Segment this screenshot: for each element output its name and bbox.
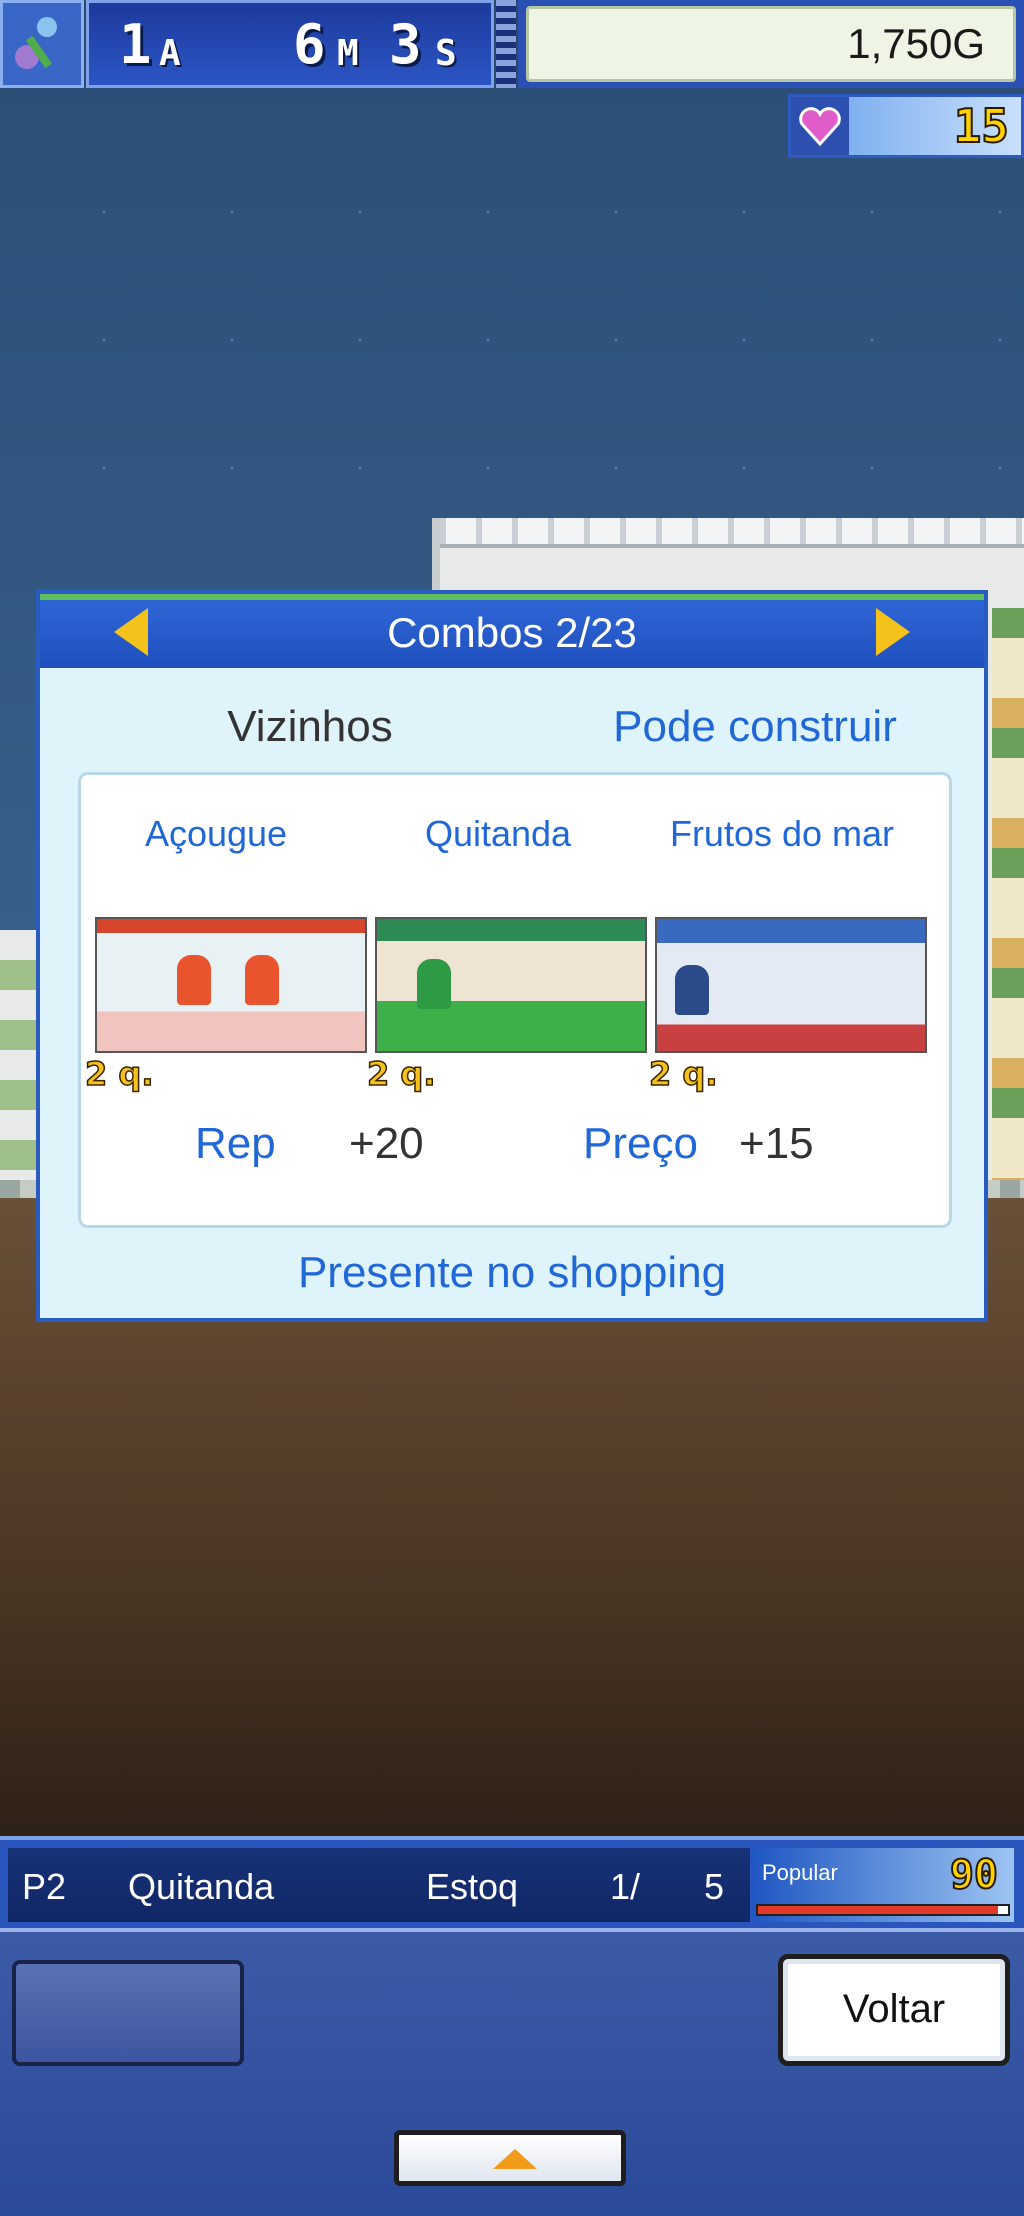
hearts-value: 15 (849, 97, 1021, 155)
current-shop-name: Quitanda (128, 1866, 275, 1907)
money-panel: 1,750G (518, 0, 1024, 88)
month-unit: M (337, 33, 359, 74)
grocery-shop-image (375, 917, 647, 1053)
stock-label: Estoq (426, 1866, 519, 1907)
empty-slot-button[interactable] (12, 1960, 244, 2066)
rep-value: +20 (349, 1119, 424, 1168)
hud-separator (496, 0, 516, 88)
shop-name-butcher: Açougue (144, 813, 288, 854)
week-unit: S (435, 33, 457, 74)
back-button[interactable]: Voltar (778, 1954, 1010, 2066)
popularity-panel: Popular 90 (752, 1848, 1014, 1922)
popular-label: Popular (762, 1860, 838, 1885)
seafood-shop-image (655, 917, 927, 1053)
butcher-shop-image (95, 917, 367, 1053)
floor-label: P2 (22, 1866, 67, 1907)
can-build-label[interactable]: Pode construir (570, 702, 940, 752)
price-label: Preço (583, 1119, 698, 1168)
combo-dialog: Combos 2/23 Vizinhos Pode construir Açou… (36, 590, 988, 1322)
seafood-qty: 2 q. (648, 1054, 718, 1094)
left-building-edge (0, 930, 40, 1200)
stock-current: 1/ (610, 1866, 641, 1907)
year-value: 1 (119, 13, 152, 76)
hearts-panel: 15 (788, 94, 1024, 158)
neighbors-label: Vizinhos (227, 702, 393, 751)
week-value: 3 (389, 13, 422, 76)
stock-max: 5 (704, 1866, 725, 1907)
shop-name-grocery: Quitanda (424, 813, 572, 854)
year-unit: A (159, 33, 181, 74)
expand-up-button[interactable] (394, 2130, 626, 2186)
mall-present-label: Presente no shopping (297, 1248, 727, 1297)
grocery-qty: 2 q. (366, 1054, 436, 1094)
dialog-header: Combos 2/23 (40, 594, 984, 668)
combo-details-panel: Açougue Quitanda Frutos do mar 2 q. 2 q.… (78, 772, 952, 1228)
dialog-title: Combos 2/23 (387, 609, 637, 656)
popularity-bar (756, 1904, 1010, 1916)
shop-name-seafood: Frutos do mar (669, 813, 895, 854)
flower-icon[interactable] (0, 0, 84, 88)
control-panel: Voltar (0, 1928, 1024, 2216)
rep-label: Rep (195, 1119, 276, 1168)
month-value: 6 (293, 13, 326, 76)
butcher-qty: 2 q. (84, 1054, 154, 1094)
prev-arrow-icon[interactable] (114, 608, 148, 656)
popular-value: 90 (949, 1851, 999, 1899)
heart-icon (791, 97, 849, 155)
date-display: 1 A 6 M 3 S (86, 0, 494, 88)
next-arrow-icon[interactable] (876, 608, 910, 656)
popularity-bar-fill (758, 1906, 998, 1914)
shop-info: P2 Quitanda Estoq 1/ 5 (8, 1848, 750, 1922)
money-value: 1,750G (526, 6, 1016, 82)
price-value: +15 (739, 1119, 814, 1168)
arrow-up-icon (493, 2149, 537, 2169)
shop-status-bar: P2 Quitanda Estoq 1/ 5 Popular 90 (0, 1836, 1024, 1928)
